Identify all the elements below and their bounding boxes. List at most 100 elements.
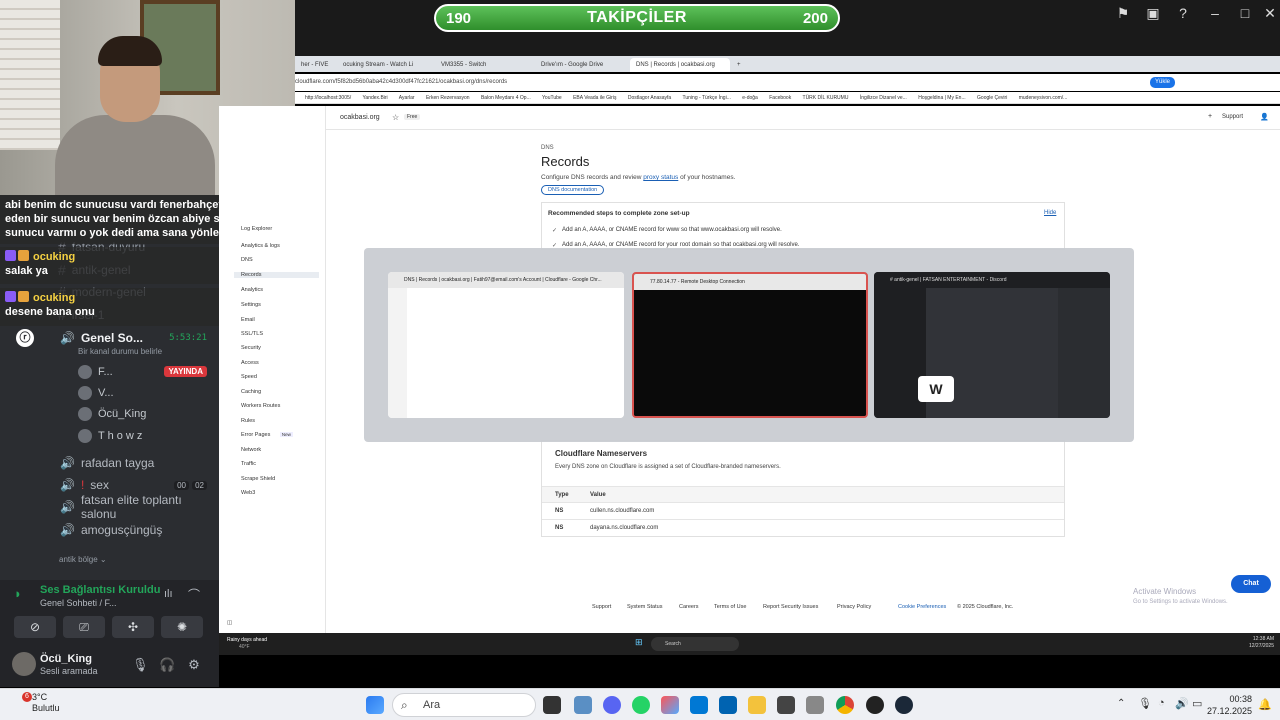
- nav-access[interactable]: Access: [241, 360, 259, 366]
- nav-web3[interactable]: Web3: [241, 490, 255, 496]
- copilot-icon[interactable]: [661, 696, 679, 714]
- microphone-icon[interactable]: 🎙: [132, 657, 149, 673]
- voice-channel-genel[interactable]: 🔊 Genel So... 5:53:21: [0, 327, 219, 349]
- obs-icon[interactable]: [866, 696, 884, 714]
- file-explorer-icon[interactable]: [748, 696, 766, 714]
- notification-icon[interactable]: 🔔: [1258, 698, 1272, 711]
- disconnect-icon[interactable]: ⌒: [188, 586, 200, 603]
- nav-ssl[interactable]: SSL/TLS: [241, 331, 263, 337]
- tab-active[interactable]: DNS | Records | ocakbasi.org: [630, 58, 730, 72]
- nav-scrape-shield[interactable]: Scrape Shield: [241, 476, 275, 482]
- flag-icon[interactable]: ⚑: [1113, 3, 1133, 23]
- bookmark[interactable]: Yandex.Biri: [362, 95, 387, 101]
- screen-icon[interactable]: ▣: [1143, 3, 1163, 23]
- nav-email[interactable]: Email: [241, 317, 255, 323]
- windows-start-icon[interactable]: ⊞: [635, 637, 643, 648]
- bookmark[interactable]: Dostlagor Anasayfa: [628, 95, 671, 101]
- nav-speed[interactable]: Speed: [241, 374, 257, 380]
- wifi-icon[interactable]: ◔: [1158, 697, 1165, 709]
- nav-security[interactable]: Security: [241, 345, 261, 351]
- footer-link[interactable]: Support: [592, 604, 611, 610]
- bookmark[interactable]: Hoşgeldina | My En...: [918, 95, 965, 101]
- bookmark[interactable]: Tuning - Türkçe İngi...: [683, 95, 731, 101]
- domain-name[interactable]: ocakbasi.org: [340, 114, 380, 121]
- voice-channel-fatsan-elite[interactable]: 🔊 fatsan elite toplantı salonu: [0, 493, 219, 521]
- headphones-icon[interactable]: 🎧: [159, 657, 175, 673]
- category-antik-bolge[interactable]: antik bölge ⌄: [59, 555, 107, 564]
- collapse-icon[interactable]: ◫: [227, 620, 232, 626]
- nav-dns-analytics[interactable]: Analytics: [241, 287, 263, 293]
- dns-documentation-button[interactable]: DNS documentation: [541, 185, 605, 195]
- tab[interactable]: Drive'ım - Google Drive: [535, 58, 625, 72]
- bookmark[interactable]: TÜRK DİL KURUMU: [803, 95, 849, 101]
- bookmark[interactable]: http://localhost:3005/: [305, 95, 351, 101]
- avatar[interactable]: [12, 652, 36, 676]
- voice-channel-amogus[interactable]: 🔊 amogusçüngüş: [0, 519, 219, 541]
- taskbar-clock[interactable]: 00:38 27.12.2025: [1207, 693, 1252, 717]
- chevron-up-icon[interactable]: ⌃: [1117, 698, 1125, 709]
- bookmark[interactable]: EBA Veada ile Giriş: [573, 95, 616, 101]
- nav-traffic[interactable]: Traffic: [241, 461, 256, 467]
- bookmark[interactable]: Erken Rezervasyon: [426, 95, 470, 101]
- voice-user[interactable]: Öcü_King: [78, 407, 146, 421]
- add-icon[interactable]: +: [1208, 113, 1212, 120]
- voice-user[interactable]: T h o w z: [78, 429, 142, 443]
- windows-start-icon[interactable]: [366, 696, 384, 714]
- whatsapp-icon[interactable]: [632, 696, 650, 714]
- nav-log-explorer[interactable]: Log Explorer: [241, 226, 272, 232]
- proxy-status-link[interactable]: proxy status: [643, 174, 678, 181]
- minimize-icon[interactable]: –: [1205, 3, 1225, 23]
- tab[interactable]: her - FIVE: [295, 58, 335, 72]
- taskbar-search[interactable]: ⌕ Ara: [392, 693, 536, 717]
- footer-link[interactable]: Report Security Issues: [763, 604, 818, 610]
- user-icon[interactable]: 👤: [1260, 113, 1269, 121]
- nav-records[interactable]: Records: [234, 272, 319, 278]
- task-view-icon[interactable]: [543, 696, 561, 714]
- voice-user[interactable]: V...: [78, 386, 114, 400]
- new-tab-button[interactable]: +: [731, 58, 743, 72]
- window-thumbnail-remote-desktop[interactable]: 77.80.14.77 - Remote Desktop Connection: [632, 272, 868, 418]
- gear-icon[interactable]: ⚙: [186, 657, 202, 673]
- nav-error-pages[interactable]: Error Pages New: [241, 432, 293, 438]
- nav-caching[interactable]: Caching: [241, 389, 261, 395]
- bookmark[interactable]: Ayarlar: [399, 95, 415, 101]
- support-link[interactable]: Support: [1222, 114, 1243, 120]
- cookie-preferences-link[interactable]: Cookie Preferences: [898, 604, 946, 610]
- app-icon[interactable]: [574, 696, 592, 714]
- star-icon[interactable]: ☆: [392, 113, 399, 122]
- store-icon[interactable]: [690, 696, 708, 714]
- volume-icon[interactable]: 🔊: [1175, 697, 1189, 710]
- camera-off-button[interactable]: ⊘: [14, 616, 56, 638]
- nav-rules[interactable]: Rules: [241, 418, 255, 424]
- hide-link[interactable]: Hide: [1044, 210, 1056, 216]
- steam-icon[interactable]: [895, 696, 913, 714]
- bookmark[interactable]: İngilizce Dizanel ve...: [860, 95, 907, 101]
- footer-link[interactable]: Privacy Policy: [837, 604, 871, 610]
- bookmark[interactable]: Facebook: [769, 95, 791, 101]
- profile-button[interactable]: Yükle: [1150, 77, 1176, 88]
- remote-search[interactable]: Search: [651, 637, 739, 651]
- chat-button[interactable]: Chat: [1231, 575, 1271, 593]
- nav-dns[interactable]: DNS: [241, 257, 253, 263]
- footer-link[interactable]: Careers: [679, 604, 699, 610]
- mouse-icon[interactable]: [806, 696, 824, 714]
- bookmark[interactable]: Balon Meydanı 4 Op...: [481, 95, 531, 101]
- soundboard-button[interactable]: ✺: [161, 616, 203, 638]
- maximize-icon[interactable]: □: [1235, 3, 1255, 23]
- voice-status[interactable]: Bir kanal durumu belirle: [78, 347, 162, 356]
- window-thumbnail-discord[interactable]: # antik-genel | FATSAN ENTERTAINMENT - D…: [874, 272, 1110, 418]
- footer-link[interactable]: Terms of Use: [714, 604, 746, 610]
- nav-analytics-logs[interactable]: Analytics & logs: [241, 243, 280, 249]
- window-thumbnail-chrome[interactable]: DNS | Records | ocakbasi.org | Fatih97@e…: [388, 272, 624, 418]
- connection-channel[interactable]: Genel Sohbeti / F...: [40, 598, 117, 608]
- voice-user[interactable]: F...: [78, 365, 113, 379]
- noise-icon[interactable]: ılı: [164, 588, 173, 600]
- help-icon[interactable]: ?: [1173, 3, 1193, 23]
- weather-widget[interactable]: Rainy days ahead: [227, 637, 267, 643]
- bookmark[interactable]: YouTube: [542, 95, 562, 101]
- bookmark[interactable]: mudeneysivon.com/...: [1019, 95, 1068, 101]
- close-icon[interactable]: ✕: [1260, 3, 1280, 23]
- tab[interactable]: VM3355 - Switch: [435, 58, 525, 72]
- weather-widget[interactable]: 6 3°C Bulutlu: [10, 692, 60, 714]
- chrome-icon[interactable]: [836, 696, 854, 714]
